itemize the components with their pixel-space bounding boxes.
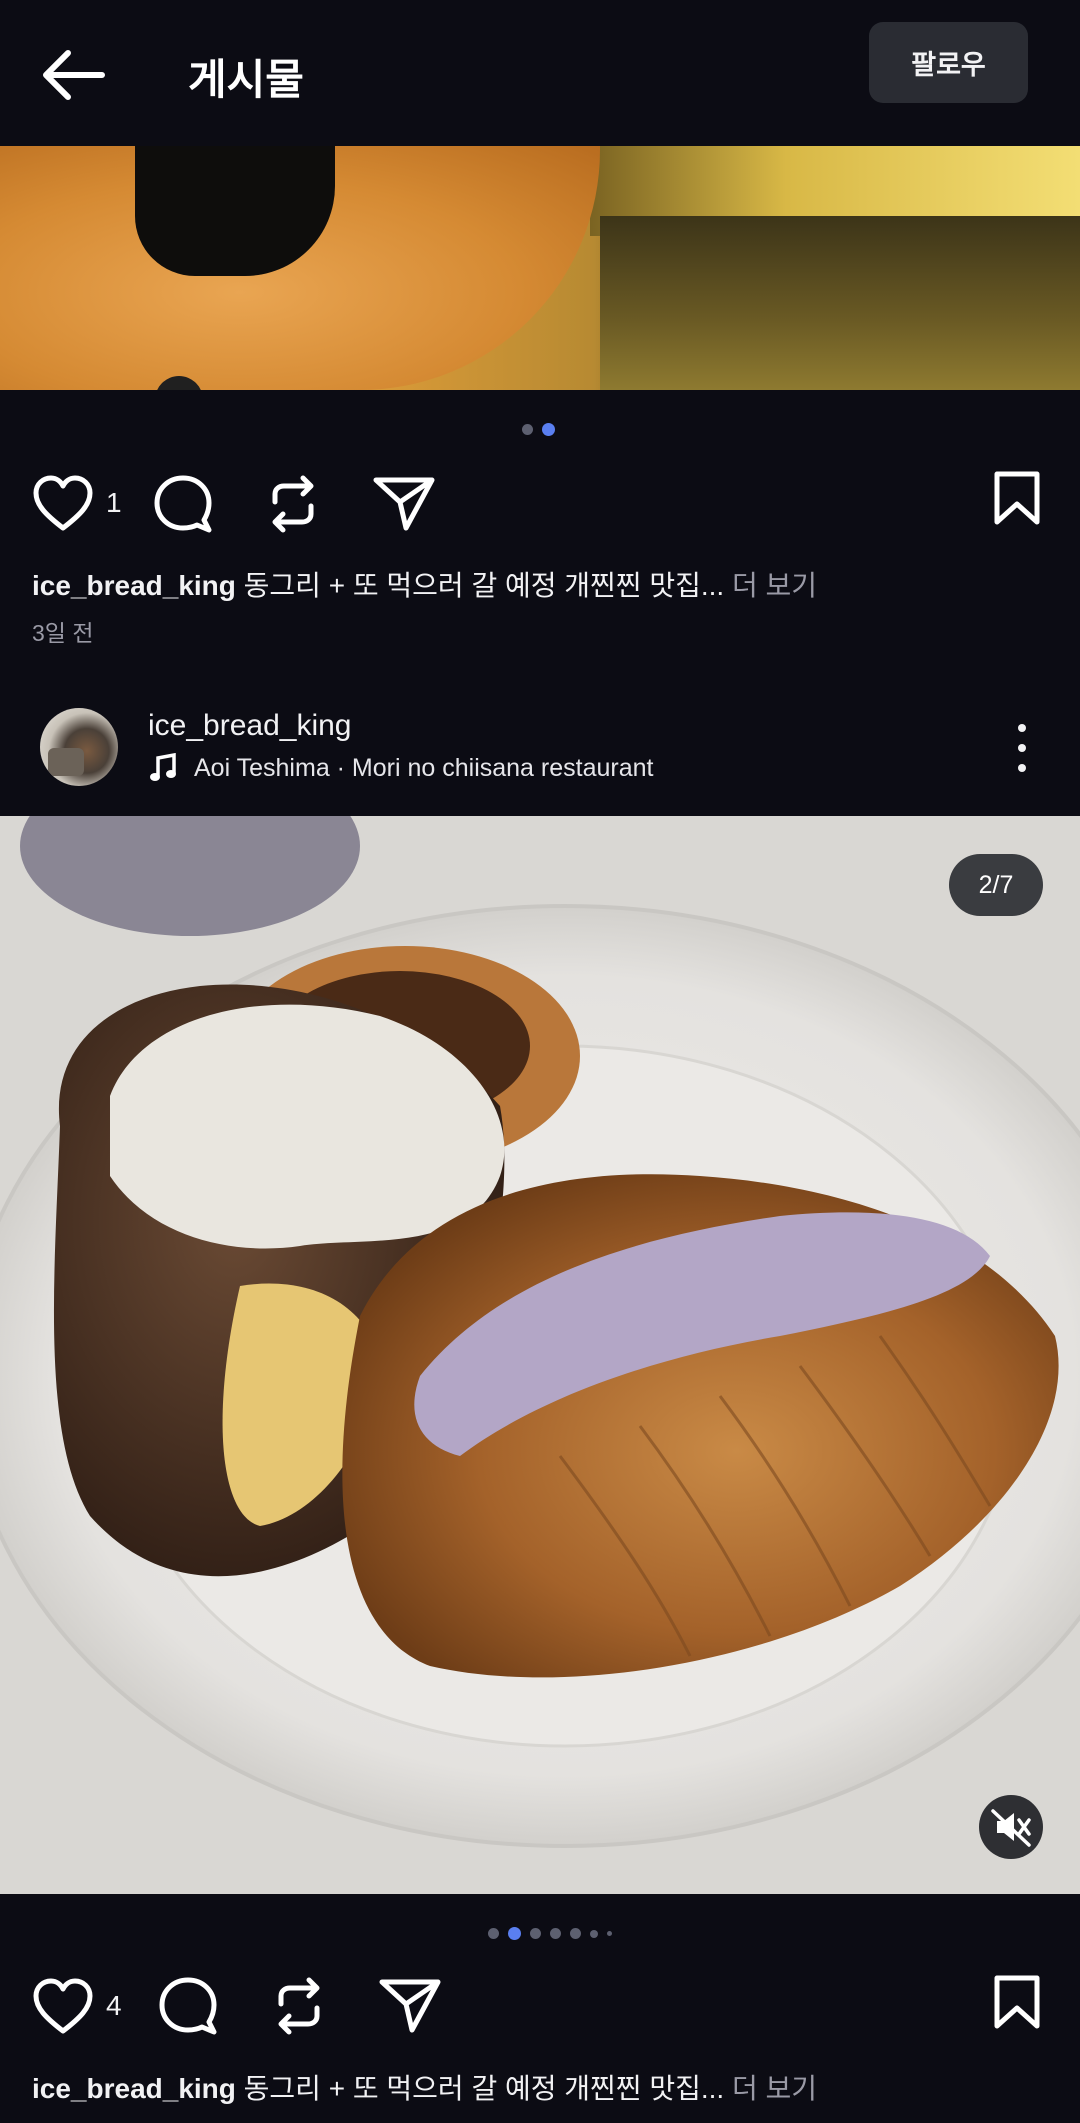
see-more-link[interactable]: 더 보기 [724, 570, 817, 601]
post-author[interactable]: ice_bread_king [148, 709, 351, 743]
send-icon[interactable] [372, 472, 436, 532]
caption-text: 동그리 + 또 먹으러 갈 예정 개찐찐 맛집... [235, 570, 725, 601]
like-count[interactable]: 1 [106, 487, 122, 519]
top-bar: 게시물 팔로우 [0, 0, 1080, 146]
more-options-icon[interactable] [1010, 724, 1034, 772]
follow-button[interactable]: 팔로우 [869, 22, 1028, 103]
like-count[interactable]: 4 [106, 1990, 122, 2022]
image-background [600, 216, 1080, 390]
post-timestamp: 3일 전 [32, 620, 94, 646]
see-more-link[interactable]: 더 보기 [724, 2073, 817, 2104]
avatar-image [48, 748, 84, 776]
comment-icon[interactable] [152, 474, 214, 534]
image-counter: 2/7 [949, 854, 1043, 916]
carousel-dot [590, 1929, 598, 1938]
post-caption[interactable]: ice_bread_king 동그리 + 또 먹으러 갈 예정 개찐찐 맛집..… [32, 564, 817, 604]
page-title: 게시물 [188, 56, 304, 103]
mute-button[interactable] [979, 1795, 1043, 1859]
heart-icon[interactable] [32, 474, 94, 532]
carousel-indicator [522, 423, 555, 436]
carousel-indicator [488, 1927, 612, 1940]
caption-username[interactable]: ice_bread_king [32, 2073, 236, 2104]
more-dot [1018, 744, 1026, 752]
carousel-dot-active [508, 1927, 521, 1940]
carousel-dot [550, 1928, 561, 1939]
more-dot [1018, 724, 1026, 732]
carousel-dot [522, 424, 533, 435]
pastry-photo [0, 816, 1080, 1894]
bookmark-icon[interactable] [992, 1974, 1042, 2030]
heart-icon[interactable] [32, 1977, 94, 2035]
post-image[interactable] [0, 146, 1080, 390]
music-note-icon [150, 753, 176, 781]
post-image[interactable] [0, 816, 1080, 1894]
repost-icon[interactable] [267, 474, 319, 534]
caption-username[interactable]: ice_bread_king [32, 570, 236, 601]
caption-text: 동그리 + 또 먹으러 갈 예정 개찐찐 맛집... [235, 2073, 725, 2104]
avatar[interactable] [40, 708, 118, 786]
post-caption[interactable]: ice_bread_king 동그리 + 또 먹으러 갈 예정 개찐찐 맛집..… [32, 2067, 817, 2107]
more-dot [1018, 764, 1026, 772]
back-arrow-icon[interactable] [38, 44, 108, 106]
send-icon[interactable] [378, 1974, 442, 2034]
song-label[interactable]: Aoi Teshima · Mori no chiisana restauran… [194, 754, 653, 783]
bookmark-icon[interactable] [992, 470, 1042, 526]
carousel-dot [607, 1931, 612, 1936]
mute-icon [991, 1809, 1031, 1847]
carousel-dot [530, 1928, 541, 1939]
carousel-dot-active [542, 423, 555, 436]
comment-icon[interactable] [157, 1976, 219, 2036]
carousel-dot [488, 1928, 499, 1939]
repost-icon[interactable] [273, 1976, 325, 2036]
carousel-dot [570, 1928, 581, 1939]
